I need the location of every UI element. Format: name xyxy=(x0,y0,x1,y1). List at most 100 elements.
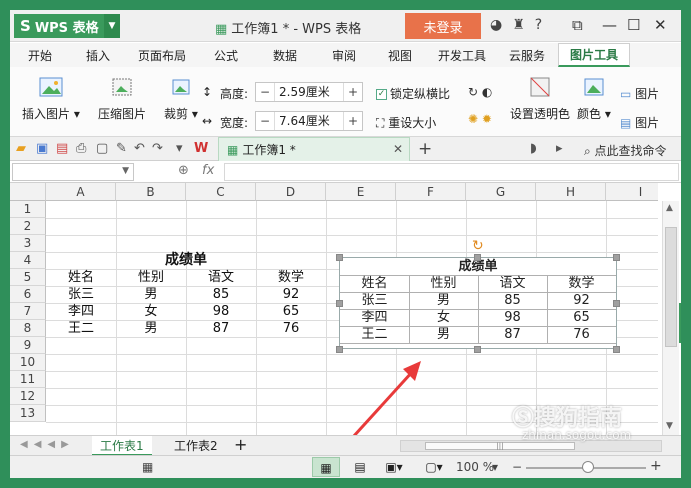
skin-icon[interactable]: ◕ xyxy=(490,17,502,33)
table-cell[interactable]: 王二 xyxy=(46,320,116,337)
scrollbar-thumb[interactable]: ||| xyxy=(425,442,575,450)
row-header[interactable]: 5 xyxy=(10,269,46,286)
tab-home[interactable]: 开始 xyxy=(10,43,70,67)
maximize-button[interactable]: ☐ xyxy=(627,16,640,34)
side-panel-tab[interactable] xyxy=(679,303,681,343)
resize-handle-se[interactable] xyxy=(613,346,620,353)
calendar-icon[interactable]: ▦ xyxy=(142,460,153,474)
chevron-down-icon[interactable]: ▼ xyxy=(122,166,129,176)
zoom-slider-knob[interactable] xyxy=(582,461,594,473)
insert-picture-button[interactable]: 插入图片 ▾ xyxy=(22,75,80,122)
table-cell[interactable]: 87 xyxy=(186,320,256,337)
resize-handle-n[interactable] xyxy=(474,254,481,261)
wps-w-icon[interactable]: W xyxy=(194,141,208,156)
row-header[interactable]: 1 xyxy=(10,201,46,218)
resize-handle-s[interactable] xyxy=(474,346,481,353)
table-cell[interactable]: 85 xyxy=(186,286,256,303)
close-tab-icon[interactable]: ✕ xyxy=(393,142,403,156)
tab-review[interactable]: 审阅 xyxy=(316,43,372,67)
column-header[interactable]: I xyxy=(606,183,658,201)
resize-handle-ne[interactable] xyxy=(613,254,620,261)
minimize-button[interactable]: — xyxy=(602,16,617,34)
row-header[interactable]: 13 xyxy=(10,405,46,422)
table-cell[interactable]: 李四 xyxy=(46,303,116,320)
row-header[interactable]: 3 xyxy=(10,235,46,252)
row-header[interactable]: 10 xyxy=(10,354,46,371)
height-input[interactable]: 2.59厘米 xyxy=(274,83,344,101)
print-icon[interactable]: ⎙ xyxy=(76,141,86,156)
name-box[interactable]: ▼ xyxy=(12,163,134,181)
tab-cloud[interactable]: 云服务 xyxy=(496,43,558,67)
height-decrease-button[interactable]: − xyxy=(256,85,274,99)
row-header[interactable]: 9 xyxy=(10,337,46,354)
row-header[interactable]: 11 xyxy=(10,371,46,388)
width-increase-button[interactable]: + xyxy=(344,114,362,128)
tab-view[interactable]: 视图 xyxy=(372,43,428,67)
rotate-icons[interactable]: ↻ ◐ xyxy=(468,85,492,99)
format-painter-icon[interactable]: ✎ xyxy=(116,141,127,156)
table-cell[interactable]: 女 xyxy=(116,303,186,320)
zoom-level[interactable]: 100 % xyxy=(456,460,494,474)
new-tab-button[interactable]: + xyxy=(418,139,432,159)
rotate-handle-icon[interactable]: ↻ xyxy=(472,238,484,254)
scroll-up-icon[interactable]: ▲ xyxy=(666,203,673,213)
scrollbar-thumb[interactable] xyxy=(665,227,677,347)
search-command[interactable]: ⌕ 点此查找命令 xyxy=(584,142,667,159)
height-increase-button[interactable]: + xyxy=(344,85,362,99)
table-header-cell[interactable]: 姓名 xyxy=(46,269,116,286)
column-header[interactable]: D xyxy=(256,183,326,201)
reading-mode-button[interactable]: ▢▾ xyxy=(420,457,448,477)
tab-insert[interactable]: 插入 xyxy=(70,43,126,67)
zoom-formula-icon[interactable]: ⊕ xyxy=(178,163,189,178)
tab-formulas[interactable]: 公式 xyxy=(198,43,254,67)
table-header-cell[interactable]: 性别 xyxy=(116,269,186,286)
table-cell[interactable]: 张三 xyxy=(46,286,116,303)
column-header[interactable]: E xyxy=(326,183,396,201)
column-header[interactable]: G xyxy=(466,183,536,201)
row-header[interactable]: 6 xyxy=(10,286,46,303)
help-button[interactable]: ? xyxy=(535,17,542,33)
zoom-in-button[interactable]: + xyxy=(650,458,662,474)
column-header[interactable]: F xyxy=(396,183,466,201)
table-header-cell[interactable]: 数学 xyxy=(256,269,326,286)
select-all-corner[interactable] xyxy=(10,183,46,201)
row-header[interactable]: 7 xyxy=(10,303,46,320)
document-tab[interactable]: ▦ 工作簿1 * ✕ xyxy=(218,137,410,161)
restore-toolbar-icon[interactable]: ⧉ xyxy=(572,16,583,34)
preview-icon[interactable]: ▢ xyxy=(96,141,108,156)
brightness-icons[interactable]: ✺ ✹ xyxy=(468,112,492,126)
tab-data[interactable]: 数据 xyxy=(254,43,316,67)
column-header[interactable]: B xyxy=(116,183,186,201)
picture-effect-button[interactable]: ▤ 图片 xyxy=(620,114,659,131)
table-cell[interactable]: 76 xyxy=(256,320,326,337)
picture-outline-button[interactable]: ▭ 图片 xyxy=(620,85,659,102)
resize-handle-sw[interactable] xyxy=(336,346,343,353)
row-header[interactable]: 8 xyxy=(10,320,46,337)
vertical-scrollbar[interactable]: ▲ ▼ xyxy=(662,201,679,435)
page-break-view-button[interactable]: ▤ xyxy=(346,457,374,477)
tab-picture-tools[interactable]: 图片工具 xyxy=(558,43,630,67)
row-header[interactable]: 12 xyxy=(10,388,46,405)
formula-input[interactable] xyxy=(224,163,679,181)
tab-developer[interactable]: 开发工具 xyxy=(428,43,496,67)
table-picture[interactable]: 成绩单 姓名 性别 语文 数学 张三 男 85 92 李四 女 98 65 王二… xyxy=(339,257,617,349)
lock-ratio-checkbox[interactable]: ✓ 锁定纵横比 xyxy=(376,85,450,102)
compress-picture-button[interactable]: 压缩图片 xyxy=(98,75,146,122)
crop-button[interactable]: 裁剪 ▾ xyxy=(164,75,198,122)
sheet-tab-2[interactable]: 工作表2 xyxy=(166,436,226,456)
width-stepper[interactable]: − 7.64厘米 + xyxy=(255,111,363,131)
scroll-down-icon[interactable]: ▼ xyxy=(666,421,673,431)
table-header-cell[interactable]: 语文 xyxy=(186,269,256,286)
column-header[interactable]: A xyxy=(46,183,116,201)
row-header[interactable]: 2 xyxy=(10,218,46,235)
normal-view-button[interactable]: ▦ xyxy=(312,457,340,477)
open-icon[interactable]: ▰ xyxy=(16,141,26,156)
login-button[interactable]: 未登录 xyxy=(405,13,481,39)
color-button[interactable]: 颜色 ▾ xyxy=(577,75,611,122)
set-transparent-button[interactable]: 设置透明色 xyxy=(510,75,570,122)
redo-icon[interactable]: ↷ xyxy=(152,141,163,156)
table-cell[interactable]: 98 xyxy=(186,303,256,320)
height-stepper[interactable]: − 2.59厘米 + xyxy=(255,82,363,102)
resize-handle-e[interactable] xyxy=(613,300,620,307)
tab-page-layout[interactable]: 页面布局 xyxy=(126,43,198,67)
